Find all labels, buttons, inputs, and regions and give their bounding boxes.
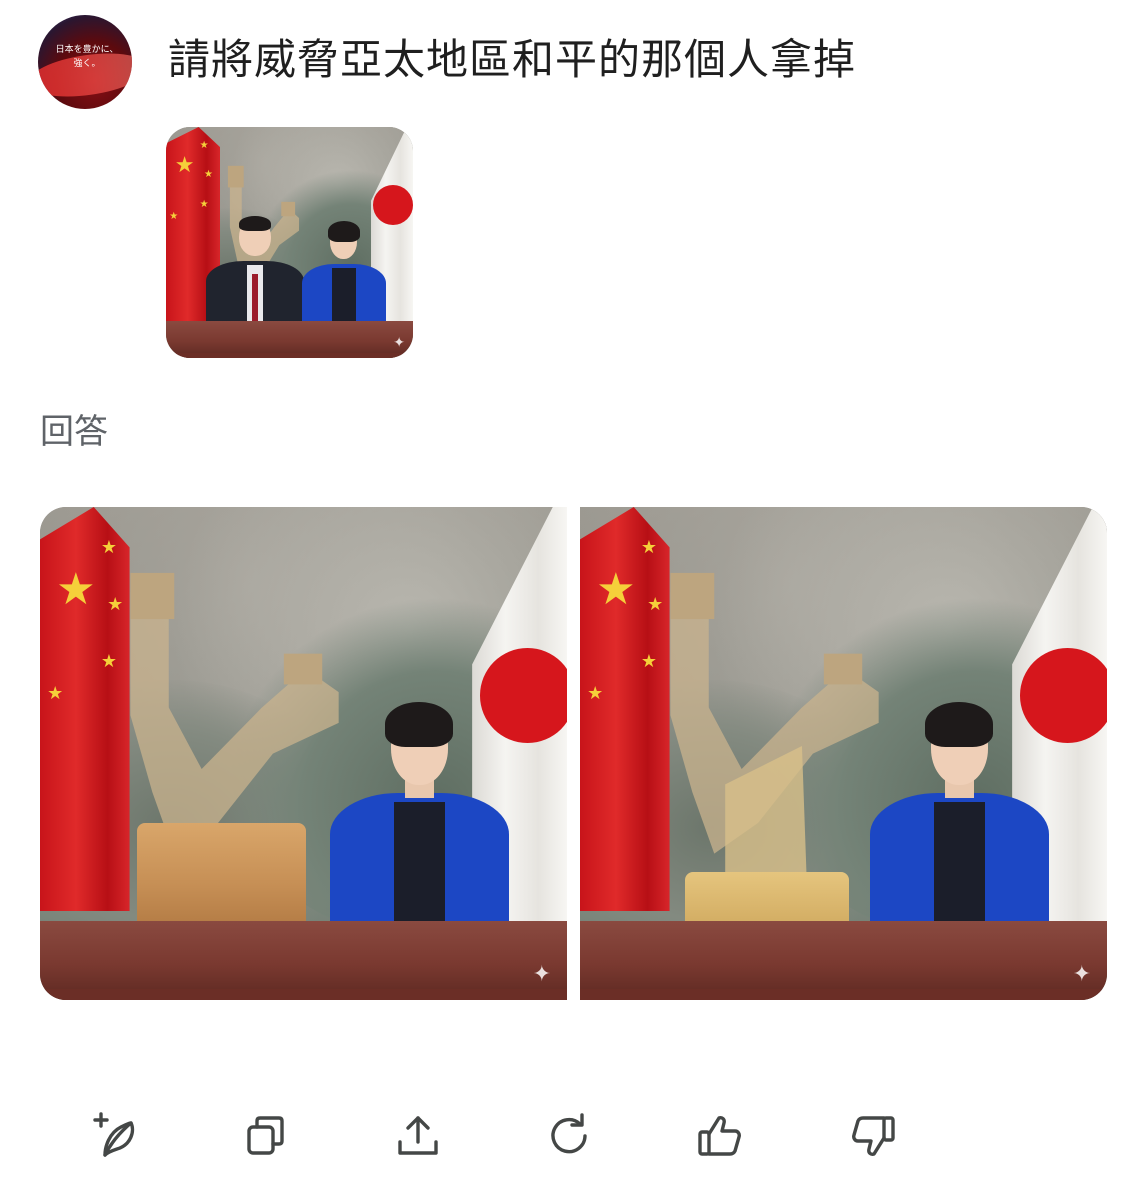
- woman-figure: [869, 702, 1050, 931]
- response-action-bar: [0, 1100, 1146, 1170]
- avatar-caption-line2: 強く。: [73, 59, 101, 69]
- copy-icon: [247, 1116, 284, 1155]
- thumbs-up-icon: [698, 1116, 741, 1156]
- result-image-2[interactable]: ★ ★ ★ ★ ★ ✦: [580, 507, 1107, 1000]
- china-flag: ★ ★ ★ ★ ★: [580, 507, 670, 912]
- sparkle-icon: ✦: [393, 335, 405, 351]
- response-label: 回答: [40, 412, 108, 452]
- refresh-icon: [551, 1113, 587, 1154]
- feather-plus-icon: [93, 1112, 135, 1157]
- avatar-caption-line1: 日本を豊かに、: [55, 45, 119, 55]
- desk: [580, 921, 1107, 1000]
- china-flag: ★ ★ ★ ★ ★: [40, 507, 130, 912]
- woman-figure: [301, 220, 386, 328]
- woman-figure: [329, 702, 510, 931]
- thumbs-up-button[interactable]: [690, 1106, 750, 1166]
- blended-chair: [685, 871, 849, 927]
- man-figure: [205, 216, 305, 328]
- share-button[interactable]: [388, 1106, 448, 1166]
- uploaded-image[interactable]: ★ ★ ★ ★ ★ ✦: [166, 127, 413, 358]
- result-image-1[interactable]: ★ ★ ★ ★ ★ ✦: [40, 507, 567, 1000]
- sparkle-icon: ✦: [1072, 962, 1091, 987]
- avatar-caption: 日本を豊かに、 強く。: [48, 43, 126, 71]
- user-prompt: 請將威脅亞太地區和平的那個人拿掉: [168, 35, 857, 84]
- user-avatar[interactable]: 日本を豊かに、 強く。: [38, 15, 132, 109]
- copy-button[interactable]: [236, 1106, 296, 1166]
- desk: [40, 921, 567, 1000]
- sparkle-icon: ✦: [532, 962, 551, 987]
- desk: [166, 321, 413, 358]
- edit-with-sparkle-button[interactable]: [86, 1106, 146, 1166]
- upload-icon: [398, 1116, 438, 1155]
- regenerate-button[interactable]: [539, 1106, 599, 1166]
- thumbs-down-icon: [852, 1116, 895, 1156]
- empty-chair: [137, 822, 307, 927]
- thumbs-down-button[interactable]: [843, 1106, 903, 1166]
